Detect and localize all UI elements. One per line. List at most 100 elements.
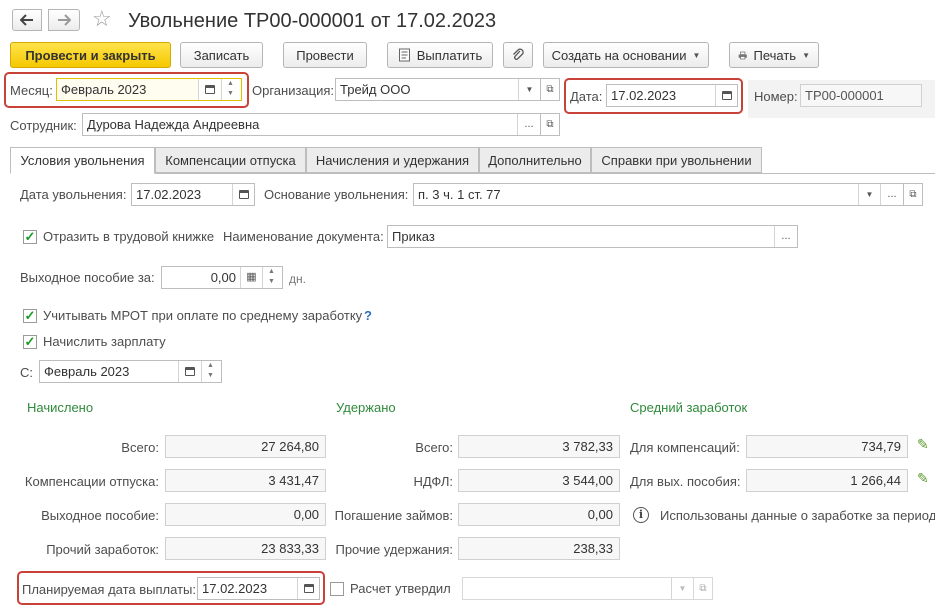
severance-days-value: 0,00	[210, 270, 236, 285]
pay-label: Выплатить	[416, 47, 483, 63]
organization-open-button[interactable]: ⧉	[540, 78, 560, 101]
post-and-close-button[interactable]: Провести и закрыть	[10, 42, 171, 68]
back-button[interactable]	[12, 9, 42, 31]
withheld-total-field[interactable]: 3 782,33	[458, 435, 620, 458]
dismissal-date-field[interactable]: 17.02.2023	[131, 183, 255, 206]
accrued-total-label: Всего:	[121, 440, 159, 455]
tab-label: Дополнительно	[488, 152, 582, 168]
mrot-checkbox[interactable]: ✓	[23, 309, 37, 323]
checkmark-icon: ✓	[24, 334, 36, 349]
tab-certificates[interactable]: Справки при увольнении	[591, 147, 762, 173]
help-icon[interactable]: ?	[364, 308, 372, 324]
pencil-icon[interactable]: ✎	[917, 436, 929, 453]
workbook-checkbox[interactable]: ✓	[23, 230, 37, 244]
basis-dropdown-button[interactable]: ▼	[858, 184, 880, 205]
accrued-total-field[interactable]: 27 264,80	[165, 435, 326, 458]
ellipsis-icon: ...	[887, 188, 897, 200]
star-icon[interactable]: ☆	[92, 6, 112, 32]
calendar-button[interactable]	[178, 361, 200, 382]
attach-button[interactable]	[503, 42, 533, 68]
up-arrow-icon: ▲	[268, 268, 275, 275]
severance-days-label: Выходное пособие за:	[20, 270, 155, 285]
organization-field[interactable]: Трейд ООО ▼	[335, 78, 541, 101]
approved-checkbox[interactable]	[330, 582, 344, 596]
dismissal-basis-label: Основание увольнения:	[264, 187, 409, 202]
calculator-button[interactable]: ▦	[240, 267, 262, 288]
number-label: Номер:	[754, 89, 798, 104]
dropdown-arrow-icon: ▼	[692, 50, 701, 60]
highlight-month	[4, 72, 249, 108]
calendar-button[interactable]	[232, 184, 254, 205]
open-icon: ⧉	[909, 189, 917, 200]
tab-label: Условия увольнения	[20, 153, 145, 168]
dismissal-date-label: Дата увольнения:	[20, 187, 127, 202]
organization-dropdown-button[interactable]: ▼	[518, 79, 540, 100]
dismissal-date-value: 17.02.2023	[136, 187, 202, 202]
avg-compensation-field[interactable]: 734,79	[746, 435, 908, 458]
accrue-salary-checkbox[interactable]: ✓	[23, 335, 37, 349]
other-earnings-field[interactable]: 23 833,33	[165, 537, 326, 560]
paperclip-icon	[513, 48, 524, 60]
create-based-on-button[interactable]: Создать на основании ▼	[543, 42, 709, 68]
post-label: Провести	[296, 47, 354, 63]
ndfl-field[interactable]: 3 544,00	[458, 469, 620, 492]
approved-by-field[interactable]: ▼	[462, 577, 694, 600]
approved-open-button[interactable]: ⧉	[693, 577, 713, 600]
vacation-comp-field[interactable]: 3 431,47	[165, 469, 326, 492]
document-name-field[interactable]: Приказ ...	[387, 225, 798, 248]
withheld-total-label: Всего:	[415, 440, 453, 455]
save-button[interactable]: Записать	[180, 42, 263, 68]
tab-dismissal-conditions[interactable]: Условия увольнения	[10, 147, 155, 174]
tab-vacation-compensation[interactable]: Компенсации отпуска	[155, 147, 306, 173]
approved-dropdown-button[interactable]: ▼	[671, 578, 693, 599]
severance-pay-field[interactable]: 0,00	[165, 503, 326, 526]
other-deductions-field[interactable]: 238,33	[458, 537, 620, 560]
from-month-field[interactable]: Февраль 2023 ▲ ▼	[39, 360, 222, 383]
vacation-comp-value: 3 431,47	[268, 473, 319, 488]
post-button[interactable]: Провести	[283, 42, 367, 68]
tab-additional[interactable]: Дополнительно	[479, 147, 591, 173]
employee-open-button[interactable]: ⧉	[540, 113, 560, 136]
dropdown-arrow-icon: ▼	[865, 190, 874, 199]
avg-severance-label: Для вых. пособия:	[630, 474, 741, 489]
document-icon	[398, 48, 410, 62]
avg-severance-field[interactable]: 1 266,44	[746, 469, 908, 492]
severance-days-field[interactable]: 0,00 ▦ ▲ ▼	[161, 266, 283, 289]
save-label: Записать	[193, 47, 250, 63]
number-field[interactable]: ТР00-000001	[800, 84, 922, 107]
pencil-icon[interactable]: ✎	[917, 470, 929, 487]
vacation-comp-label: Компенсации отпуска:	[24, 474, 159, 489]
info-text-clip: Использованы данные о заработке за перио…	[660, 508, 935, 526]
arrow-right-icon	[58, 14, 71, 26]
other-earnings-label: Прочий заработок:	[46, 542, 159, 557]
forward-button[interactable]	[48, 9, 80, 31]
basis-select-button[interactable]: ...	[880, 184, 903, 205]
withheld-total-value: 3 782,33	[562, 439, 613, 454]
employee-field[interactable]: Дурова Надежда Андреевна ...	[82, 113, 541, 136]
dropdown-arrow-icon: ▼	[678, 584, 687, 593]
from-month-spinner[interactable]: ▲ ▼	[201, 361, 219, 382]
dismissal-basis-field[interactable]: п. 3 ч. 1 ст. 77 ▼ ...	[413, 183, 904, 206]
pay-button[interactable]: Выплатить	[387, 42, 493, 68]
earnings-period-link[interactable]: Использованы данные о заработке за перио…	[660, 508, 935, 523]
tab-accruals-deductions[interactable]: Начисления и удержания	[306, 147, 479, 173]
other-earnings-value: 23 833,33	[261, 541, 319, 556]
loan-repayment-field[interactable]: 0,00	[458, 503, 620, 526]
arrow-left-icon	[20, 14, 33, 26]
calculator-icon: ▦	[246, 271, 257, 283]
print-button[interactable]: Печать ▼	[729, 42, 819, 68]
withheld-header: Удержано	[336, 400, 396, 415]
severance-spinner[interactable]: ▲ ▼	[262, 267, 280, 288]
accrued-total-value: 27 264,80	[261, 439, 319, 454]
document-name-value: Приказ	[392, 229, 435, 244]
tab-label: Начисления и удержания	[315, 152, 470, 168]
basis-open-button[interactable]: ⧉	[903, 183, 923, 206]
post-and-close-label: Провести и закрыть	[25, 47, 156, 63]
dropdown-arrow-icon: ▼	[525, 85, 534, 94]
document-name-select-button[interactable]: ...	[774, 226, 797, 247]
document-name-label: Наименование документа:	[223, 229, 384, 244]
open-icon: ⧉	[546, 119, 554, 130]
ellipsis-icon: ...	[524, 118, 534, 130]
employee-select-button[interactable]: ...	[517, 114, 540, 135]
severance-pay-label: Выходное пособие:	[41, 508, 159, 523]
